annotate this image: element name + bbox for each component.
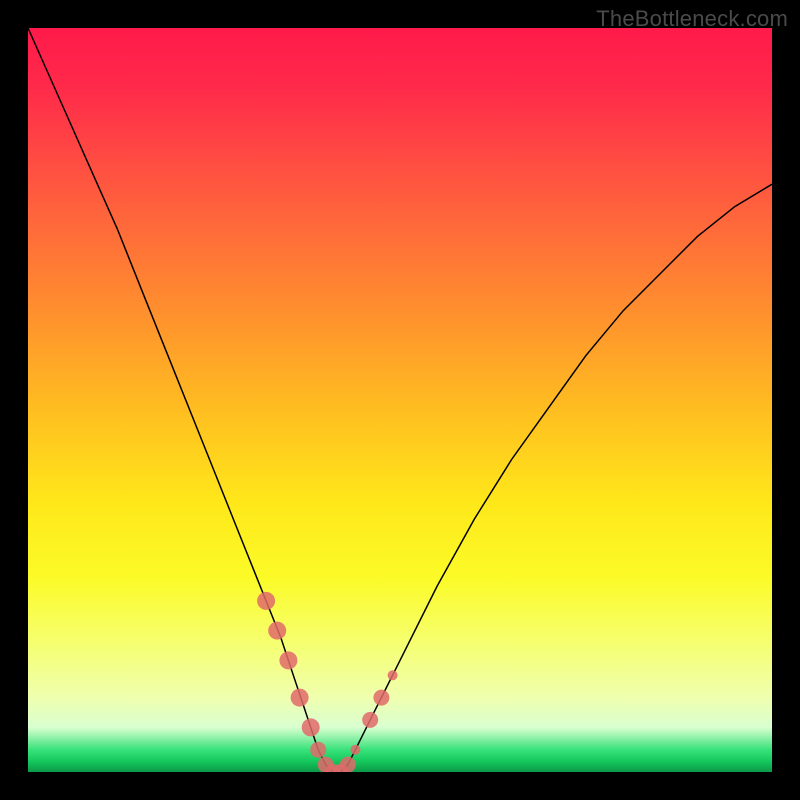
plot-area xyxy=(28,28,772,772)
curve-svg xyxy=(28,28,772,772)
curve-marker xyxy=(257,592,275,610)
chart-frame: TheBottleneck.com xyxy=(0,0,800,800)
curve-marker xyxy=(302,718,320,736)
curve-marker xyxy=(362,712,378,728)
curve-marker xyxy=(310,742,326,758)
curve-marker xyxy=(373,690,389,706)
curve-marker xyxy=(388,670,398,680)
curve-marker xyxy=(340,757,356,772)
marker-group xyxy=(257,592,398,772)
curve-marker xyxy=(291,689,309,707)
curve-marker xyxy=(350,745,360,755)
curve-marker xyxy=(279,651,297,669)
curve-marker xyxy=(268,622,286,640)
bottleneck-curve xyxy=(28,28,772,772)
